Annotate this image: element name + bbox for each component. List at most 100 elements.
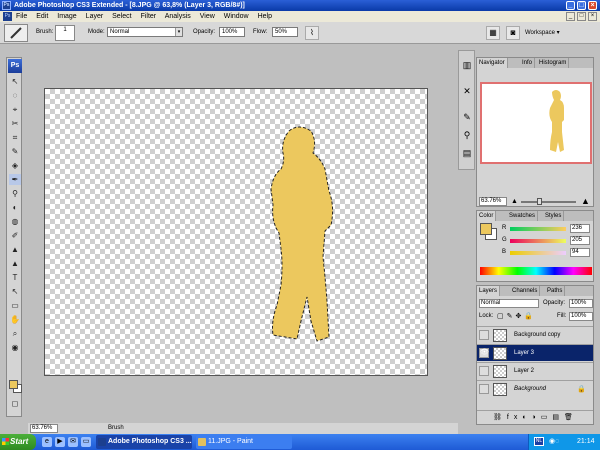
layer-row-layer-3[interactable]: 👁 Layer 3 (477, 344, 593, 361)
zoom-tool-icon[interactable]: ⌕ (9, 328, 21, 339)
menu-window[interactable]: Window (224, 13, 249, 20)
menu-image[interactable]: Image (57, 13, 76, 20)
type-tool-icon[interactable]: T (9, 272, 21, 283)
history-brush-tool-icon[interactable]: ◐ (9, 202, 21, 213)
marquee-tool-icon[interactable]: ◌ (9, 90, 21, 101)
tab-color[interactable]: Color (477, 211, 497, 221)
navigator-zoom-field[interactable]: 63.76% (479, 197, 507, 206)
red-slider[interactable] (510, 227, 566, 231)
menu-select[interactable]: Select (112, 13, 131, 20)
outlook-icon[interactable]: ✉ (68, 437, 78, 447)
menu-analysis[interactable]: Analysis (165, 13, 191, 20)
blue-slider[interactable] (510, 251, 566, 255)
menu-file[interactable]: File (16, 13, 27, 20)
mode-select[interactable]: Normal ▾ (107, 27, 183, 37)
crop-tool-icon[interactable]: ⌗ (9, 132, 21, 143)
workspace-button[interactable]: Workspace ▾ (525, 27, 575, 39)
fill-input[interactable]: 100% (569, 312, 593, 321)
zoom-slider-handle[interactable] (537, 198, 542, 205)
ie-icon[interactable]: e (42, 437, 52, 447)
tab-paths[interactable]: Paths (545, 286, 566, 296)
history-panel-icon[interactable]: ▥ (461, 59, 473, 71)
tab-channels[interactable]: Channels (510, 286, 541, 296)
3d-tool-icon[interactable]: ◉ (9, 342, 21, 353)
quick-mask-icon[interactable]: ◻ (9, 398, 21, 409)
hand-tool-icon[interactable]: ✋ (9, 314, 21, 325)
zoom-in-icon[interactable]: ▲ (581, 196, 590, 206)
airbrush-icon[interactable]: ⌇ (305, 26, 319, 40)
tab-histogram[interactable]: Histogram (537, 58, 570, 68)
blue-value-input[interactable]: 94 (570, 248, 590, 257)
visibility-toggle[interactable] (479, 384, 489, 394)
layer-row-background[interactable]: Background 🔒 (477, 380, 593, 397)
menu-edit[interactable]: Edit (36, 13, 48, 20)
tool-preset-picker[interactable] (4, 24, 28, 42)
tab-layers[interactable]: Layers (477, 286, 501, 296)
menu-filter[interactable]: Filter (141, 13, 157, 20)
magic-wand-tool-icon[interactable]: ✂ (9, 118, 21, 129)
brush-picker[interactable]: 1 (55, 25, 75, 41)
document-canvas[interactable] (44, 88, 428, 376)
dodge-tool-icon[interactable]: ▲ (9, 244, 21, 255)
media-player-icon[interactable]: ▶ (55, 437, 65, 447)
blend-mode-select[interactable]: Normal (479, 299, 539, 308)
tab-info[interactable]: Info (520, 58, 536, 68)
doc-maximize-button[interactable]: □ (577, 12, 586, 21)
layer-comps-panel-icon[interactable]: ▤ (461, 147, 473, 159)
clone-source-panel-icon[interactable]: ⚲ (461, 129, 473, 141)
layer-opacity-input[interactable]: 100% (569, 299, 593, 308)
opacity-input[interactable]: 100% (219, 27, 245, 37)
maximize-button[interactable]: □ (577, 1, 586, 10)
tab-styles[interactable]: Styles (543, 211, 565, 221)
menu-layer[interactable]: Layer (86, 13, 104, 20)
zoom-slider[interactable] (521, 201, 576, 203)
eyedropper-tool-icon[interactable]: ✎ (9, 146, 21, 157)
layer-row-background-copy[interactable]: Background copy (477, 326, 593, 343)
layer-row-layer-2[interactable]: Layer 2 (477, 362, 593, 379)
color-picker-swatches[interactable] (9, 380, 22, 393)
doc-minimize-button[interactable]: _ (566, 12, 575, 21)
bridge-icon[interactable]: ▦ (486, 26, 500, 40)
gradient-tool-icon[interactable]: ✐ (9, 230, 21, 241)
menu-view[interactable]: View (200, 13, 215, 20)
photoshop-logo[interactable]: Ps (8, 59, 22, 73)
zoom-out-icon[interactable]: ▲ (511, 198, 518, 205)
path-selection-tool-icon[interactable]: ↖ (9, 286, 21, 297)
layers-footer-buttons[interactable]: ⛓fx◐◑▭▤🗑 (477, 410, 593, 424)
visibility-toggle[interactable] (479, 330, 489, 340)
task-paint[interactable]: 11.JPG - Paint (196, 435, 292, 449)
visibility-toggle[interactable] (479, 366, 489, 376)
color-fg-swatch[interactable] (480, 223, 492, 235)
tab-swatches[interactable]: Swatches (507, 211, 539, 221)
doc-close-button[interactable]: × (588, 12, 597, 21)
language-indicator[interactable]: NL (534, 437, 544, 446)
desktop-icon[interactable]: ▭ (81, 437, 91, 447)
pen-tool-icon[interactable]: ▲ (9, 258, 21, 269)
tray-icons[interactable]: ◉◌ (549, 434, 559, 450)
clone-stamp-tool-icon[interactable]: ⚲ (9, 188, 21, 199)
close-button[interactable]: × (588, 1, 597, 10)
camera-icon[interactable]: ◙ (506, 26, 520, 40)
flow-input[interactable]: 50% (272, 27, 298, 37)
brush-tool-icon[interactable]: ✒ (9, 174, 21, 185)
ps-menu-icon[interactable]: Ps (3, 12, 12, 21)
green-slider[interactable] (510, 239, 566, 243)
eye-icon[interactable]: 👁 (479, 348, 489, 358)
green-value-input[interactable]: 205 (570, 236, 590, 245)
lasso-tool-icon[interactable]: ⌖ (9, 104, 21, 115)
color-spectrum-bar[interactable] (480, 267, 592, 275)
brushes-panel-icon[interactable]: ✎ (461, 111, 473, 123)
navigator-preview[interactable] (480, 82, 592, 164)
red-value-input[interactable]: 236 (570, 224, 590, 233)
menu-help[interactable]: Help (258, 13, 272, 20)
zoom-level-field[interactable]: 63.76% (30, 424, 58, 433)
lock-options-icon[interactable]: ▢✎✥🔒 (497, 312, 536, 320)
eraser-tool-icon[interactable]: ◍ (9, 216, 21, 227)
foreground-color-swatch[interactable] (9, 380, 18, 389)
minimize-button[interactable]: _ (566, 1, 575, 10)
move-tool-icon[interactable]: ↖ (9, 76, 21, 87)
tab-navigator[interactable]: Navigator (477, 58, 508, 68)
shape-tool-icon[interactable]: ▭ (9, 300, 21, 311)
start-button[interactable]: Start (0, 434, 36, 450)
healing-brush-tool-icon[interactable]: ◈ (9, 160, 21, 171)
